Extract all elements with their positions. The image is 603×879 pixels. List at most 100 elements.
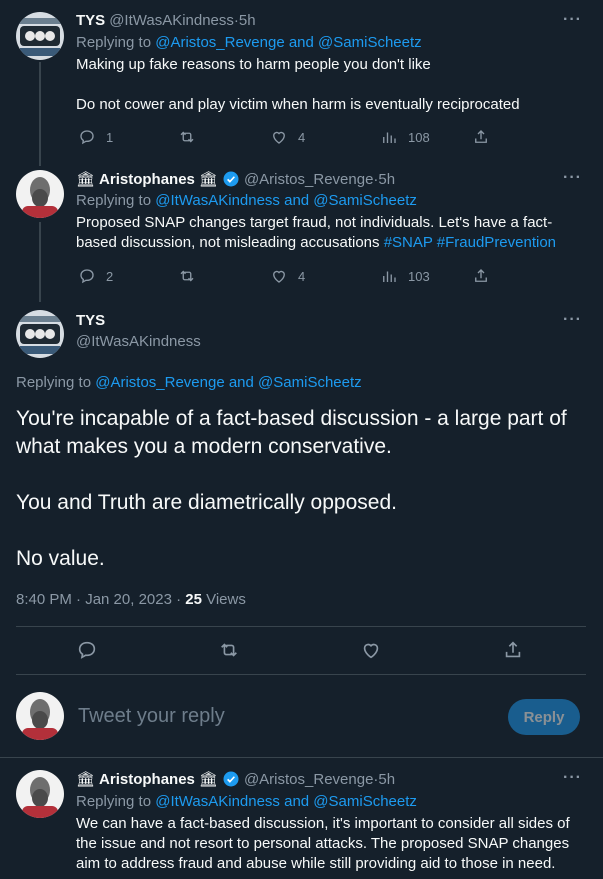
tweet-actions: 1 4 108 — [78, 128, 490, 146]
share-button[interactable] — [472, 128, 490, 146]
avatar-aristophanes[interactable] — [16, 170, 64, 218]
reply-count: 2 — [106, 268, 114, 284]
pillar-icon: 🏛 — [198, 771, 218, 788]
tweet-text: Making up fake reasons to harm people yo… — [76, 55, 576, 115]
display-name[interactable]: Aristophanes — [99, 171, 195, 188]
handle[interactable]: @ItWasAKindness — [76, 333, 201, 350]
retweet-icon — [180, 131, 194, 143]
timestamp[interactable]: 5h — [378, 171, 395, 188]
divider — [0, 757, 603, 758]
verified-icon — [222, 170, 240, 188]
reply-button[interactable]: 1 — [78, 128, 178, 146]
avatar-aristophanes[interactable] — [16, 692, 64, 740]
share-icon — [475, 269, 487, 282]
like-icon — [363, 643, 379, 659]
timestamp[interactable]: 5h — [239, 12, 256, 29]
replying-to-users[interactable]: @ItWasAKindness and @SamiScheetz — [155, 192, 417, 209]
timestamp[interactable]: 5h — [378, 771, 395, 788]
hashtag-snap[interactable]: #SNAP — [384, 234, 433, 251]
replying-prefix: Replying to — [76, 34, 156, 51]
reply-button[interactable]: 2 — [78, 267, 178, 285]
like-count: 4 — [298, 268, 306, 284]
share-button[interactable] — [502, 639, 524, 661]
avatar-aristophanes[interactable] — [16, 770, 64, 818]
main-tweet-paragraph: You and Truth are diametrically opposed. — [16, 491, 397, 514]
tweet-text: Proposed SNAP changes target fraud, not … — [76, 213, 568, 253]
tweet-text-line: We can have a fact-based discussion, it'… — [76, 815, 570, 832]
like-icon — [273, 270, 285, 283]
main-tweet-paragraph: You're incapable of a fact-based discuss… — [16, 407, 567, 458]
thread-line — [39, 222, 41, 302]
views-icon — [383, 271, 396, 282]
avatar-tys[interactable] — [16, 310, 64, 358]
tweet-header: 🏛 Aristophanes 🏛 @Aristos_Revenge · 5h — [76, 170, 395, 189]
replying-to-users[interactable]: @Aristos_Revenge and @SamiScheetz — [155, 34, 421, 51]
replying-to: Replying to @ItWasAKindness and @SamiSch… — [76, 192, 417, 209]
handle[interactable]: @Aristos_Revenge — [244, 771, 373, 788]
retweet-icon — [221, 643, 237, 657]
pillar-icon: 🏛 — [76, 171, 96, 188]
main-tweet-paragraph: No value. — [16, 547, 105, 570]
display-name[interactable]: TYS — [76, 12, 105, 29]
tweet-text: We can have a fact-based discussion, it'… — [76, 814, 596, 874]
more-icon[interactable]: ··· — [563, 769, 582, 787]
views-button[interactable]: 108 — [380, 128, 472, 146]
like-button[interactable]: 4 — [270, 128, 380, 146]
tweet-header: TYS @ItWasAKindness · 5h — [76, 12, 256, 29]
retweet-button[interactable] — [178, 128, 270, 146]
views-count: 108 — [408, 129, 430, 145]
verified-icon — [222, 770, 240, 788]
tweet-text-line: aim to address fraud and abuse while sti… — [76, 855, 556, 872]
avatar-tys[interactable] — [16, 12, 64, 60]
reply-icon — [80, 130, 94, 145]
display-name[interactable]: Aristophanes — [99, 771, 195, 788]
more-icon[interactable]: ··· — [563, 169, 582, 187]
tweet-header: 🏛 Aristophanes 🏛 @Aristos_Revenge · 5h — [76, 770, 395, 789]
replying-to: Replying to @Aristos_Revenge and @SamiSc… — [16, 374, 362, 391]
retweet-icon — [180, 270, 194, 282]
divider — [16, 674, 586, 675]
views-button[interactable]: 103 — [380, 267, 472, 285]
main-tweet-actions — [76, 639, 524, 661]
retweet-button[interactable] — [178, 267, 270, 285]
reply-icon — [80, 269, 94, 284]
pillar-icon: 🏛 — [198, 171, 218, 188]
tweet-text-line: Do not cower and play victim when harm i… — [76, 96, 520, 113]
thread-line — [39, 62, 41, 166]
handle[interactable]: @Aristos_Revenge — [244, 171, 373, 188]
share-icon — [505, 641, 521, 658]
more-icon[interactable]: ··· — [563, 311, 582, 329]
hashtag-fraudprevention[interactable]: #FraudPrevention — [437, 234, 556, 251]
handle[interactable]: @ItWasAKindness — [109, 12, 234, 29]
display-name[interactable]: TYS — [76, 312, 105, 329]
replying-prefix: Replying to — [76, 192, 156, 209]
tweet-text-line: Making up fake reasons to harm people yo… — [76, 56, 431, 73]
replying-to: Replying to @Aristos_Revenge and @SamiSc… — [76, 34, 422, 51]
reply-submit-button[interactable]: Reply — [508, 699, 580, 735]
main-tweet-views-count: 25 — [185, 591, 202, 608]
main-tweet-text: You're incapable of a fact-based discuss… — [16, 405, 576, 573]
replying-to: Replying to @ItWasAKindness and @SamiSch… — [76, 793, 417, 810]
main-tweet-meta: 8:40 PM · Jan 20, 2023 · 25 Views — [16, 591, 246, 608]
reply-count: 1 — [106, 129, 114, 145]
like-button[interactable]: 4 — [270, 267, 380, 285]
pillar-icon: 🏛 — [76, 771, 96, 788]
views-count: 103 — [408, 268, 430, 284]
replying-to-users[interactable]: @Aristos_Revenge and @SamiScheetz — [95, 374, 361, 391]
reply-button[interactable] — [76, 639, 218, 661]
more-icon[interactable]: ··· — [563, 11, 582, 29]
tweet-text-line: the issue and not resort to personal att… — [76, 835, 570, 852]
main-tweet-views-label: Views — [201, 591, 246, 608]
main-tweet-name: TYS — [76, 312, 105, 329]
replying-prefix: Replying to — [76, 793, 156, 810]
share-button[interactable] — [472, 267, 490, 285]
like-button[interactable] — [360, 639, 502, 661]
views-icon — [383, 132, 396, 143]
main-tweet-timestamp[interactable]: 8:40 PM · Jan 20, 2023 · — [16, 591, 185, 608]
main-tweet-handle: @ItWasAKindness — [76, 333, 201, 350]
retweet-button[interactable] — [218, 639, 360, 661]
reply-input[interactable]: Tweet your reply — [78, 705, 225, 728]
replying-to-users[interactable]: @ItWasAKindness and @SamiScheetz — [155, 793, 417, 810]
tweet-actions: 2 4 103 — [78, 267, 490, 285]
replying-prefix: Replying to — [16, 374, 96, 391]
